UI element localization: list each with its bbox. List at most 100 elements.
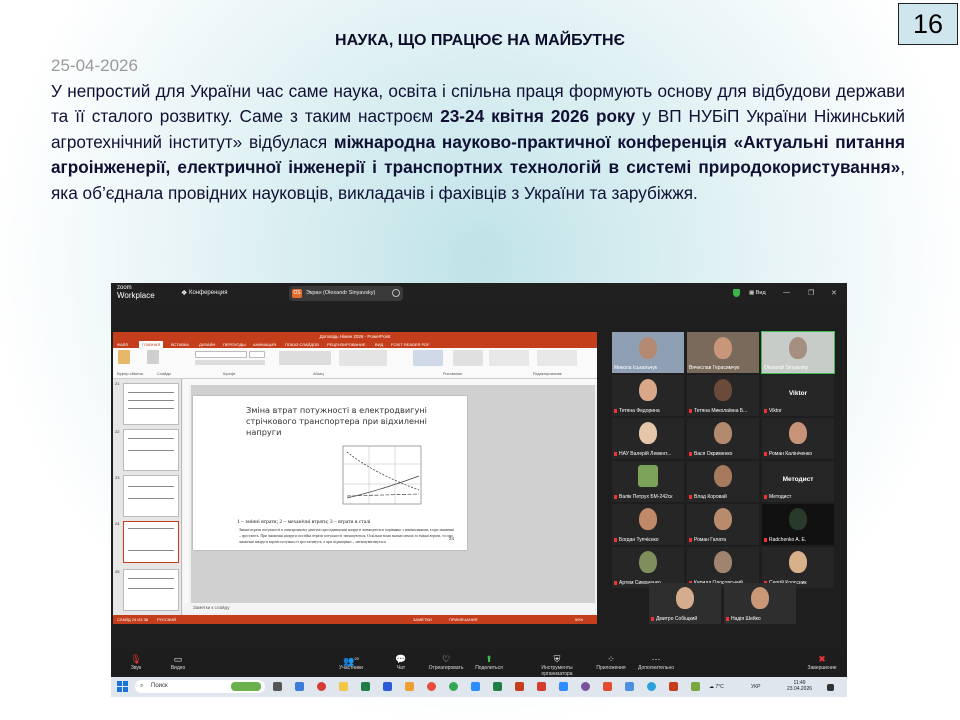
participant-tile[interactable]: Кирилл Одосовський bbox=[687, 547, 759, 588]
firefox-icon[interactable] bbox=[427, 682, 436, 691]
paragraph-buttons[interactable] bbox=[279, 351, 331, 365]
zoom-app-icon[interactable] bbox=[471, 682, 480, 691]
powerpoint-icon[interactable] bbox=[515, 682, 524, 691]
participant-tile[interactable]: Надія Шейко bbox=[724, 583, 796, 624]
participant-tile[interactable]: Влад Коровай bbox=[687, 461, 759, 502]
shape-style-buttons[interactable] bbox=[489, 350, 529, 366]
telegram-icon[interactable] bbox=[647, 682, 656, 691]
participant-tile[interactable]: Тетяна Федорина bbox=[612, 375, 684, 416]
font-size-box[interactable] bbox=[249, 351, 265, 358]
ppt-tab-review[interactable]: РЕЦЕНЗИРОВАНИЕ bbox=[327, 342, 365, 347]
muted-mic-icon bbox=[614, 537, 617, 542]
viber-icon[interactable] bbox=[581, 682, 590, 691]
ppt-tab-view[interactable]: ВИД bbox=[375, 342, 383, 347]
weather-widget[interactable]: ☁ 7°C bbox=[709, 684, 724, 690]
comments-toggle[interactable]: ПРИМЕЧАНИЯ bbox=[449, 615, 477, 624]
participant-tile[interactable]: Viktor Viktor bbox=[762, 375, 834, 416]
close-icon[interactable]: ✕ bbox=[831, 289, 837, 297]
excel-icon[interactable] bbox=[493, 682, 502, 691]
windows-start-icon[interactable] bbox=[117, 681, 128, 692]
security-shield-icon[interactable] bbox=[733, 289, 740, 297]
app-icon[interactable] bbox=[405, 682, 414, 691]
ppt-tab-design[interactable]: ДИЗАЙН bbox=[199, 342, 215, 347]
ppt-tab-slideshow[interactable]: ПОКАЗ СЛАЙДОВ bbox=[285, 342, 319, 347]
excel-icon[interactable] bbox=[361, 682, 370, 691]
participant-tile[interactable]: Роман Галата bbox=[687, 504, 759, 545]
notes-pane[interactable]: Заметки к слайду bbox=[183, 603, 597, 613]
participant-tile[interactable]: Богдан Тупчієнко bbox=[612, 504, 684, 545]
participant-tile[interactable]: НАУ Валерій Лемент... bbox=[612, 418, 684, 459]
muted-mic-icon bbox=[651, 616, 654, 621]
ppt-tab-home[interactable]: ГЛАВНАЯ bbox=[139, 341, 164, 348]
ppt-tab-foxit[interactable]: FOXIT READER PDF bbox=[391, 342, 430, 347]
participant-tile[interactable]: Методист Методист bbox=[762, 461, 834, 502]
zoom-title-bar: zoom Workplace ❖ Конференция OS Экран (Ol… bbox=[111, 283, 847, 305]
participant-tile[interactable]: Сергій Колєсник bbox=[762, 547, 834, 588]
more-icon: ⋯ bbox=[651, 654, 661, 664]
slide-thumbnail-selected[interactable] bbox=[123, 521, 179, 563]
clock[interactable]: 11:49 23.04.2026 bbox=[787, 680, 812, 692]
muted-mic-icon bbox=[689, 408, 692, 413]
chrome-icon[interactable] bbox=[449, 682, 458, 691]
file-explorer-icon[interactable] bbox=[339, 682, 348, 691]
minimize-icon[interactable]: — bbox=[783, 289, 790, 296]
notes-toggle[interactable]: ЗАМЕТКИ bbox=[413, 615, 432, 624]
language-indicator[interactable]: УКР bbox=[751, 684, 760, 690]
participant-tile[interactable]: Вячеслав Герасимчук bbox=[687, 332, 759, 373]
host-tools-button[interactable]: ⛨ Инструменты организатора bbox=[527, 653, 587, 677]
ppt-tab-insert[interactable]: ВСТАВКА bbox=[171, 342, 189, 347]
app-icon[interactable] bbox=[603, 682, 612, 691]
view-button[interactable]: ▦ Вид bbox=[749, 290, 766, 296]
participant-tile[interactable]: Дмитро Собіщкий bbox=[649, 583, 721, 624]
participant-tile[interactable]: Тетяна Миколаївна Б... bbox=[687, 375, 759, 416]
font-format-buttons[interactable] bbox=[195, 360, 265, 365]
participant-tile[interactable]: Вася Окрименко bbox=[687, 418, 759, 459]
ribbon-group-editing: Редактирование bbox=[533, 372, 562, 376]
stop-view-icon[interactable] bbox=[392, 289, 400, 297]
copilot-icon[interactable] bbox=[295, 682, 304, 691]
shapes-gallery[interactable] bbox=[413, 350, 443, 366]
text-direction-buttons[interactable] bbox=[339, 350, 387, 366]
media-icon[interactable] bbox=[317, 682, 326, 691]
slide-thumbnails-pane[interactable]: 21 22 23 24 25 bbox=[113, 379, 182, 615]
notifications-icon[interactable] bbox=[827, 684, 834, 691]
slide-thumbnail[interactable] bbox=[123, 569, 179, 611]
ppt-tab-animation[interactable]: АНИМАЦИЯ bbox=[253, 342, 276, 347]
font-name-box[interactable] bbox=[195, 351, 247, 358]
video-button[interactable]: ▭ Видео bbox=[153, 653, 203, 671]
end-meeting-button[interactable]: ✖ Завершение bbox=[797, 653, 847, 671]
participant-tile[interactable]: Radchenko A. E. bbox=[762, 504, 834, 545]
slide-thumbnail[interactable] bbox=[123, 475, 179, 517]
vertical-ruler bbox=[183, 385, 189, 603]
participant-tile-active-speaker[interactable]: Olexandr Sinyavsky bbox=[761, 331, 835, 374]
task-view-icon[interactable] bbox=[273, 682, 282, 691]
new-slide-icon[interactable] bbox=[147, 350, 159, 364]
participant-tile[interactable]: Артем Симоненко bbox=[612, 547, 684, 588]
slide-heading: Зміна втрат потужності в електродвигуні … bbox=[246, 405, 427, 437]
current-slide[interactable]: Зміна втрат потужності в електродвигуні … bbox=[193, 396, 467, 550]
app-icon[interactable] bbox=[691, 682, 700, 691]
apps-button[interactable]: ⁘ Приложения bbox=[586, 653, 636, 671]
arrange-button[interactable] bbox=[453, 350, 483, 366]
acrobat-icon[interactable] bbox=[537, 682, 546, 691]
shared-screen-tab[interactable]: OS Экран (Olexandr Sinyavsky) bbox=[289, 286, 403, 301]
app-icon[interactable] bbox=[669, 682, 678, 691]
participant-tile[interactable]: Микола Іськальчук bbox=[612, 332, 684, 373]
share-button[interactable]: ⬆ Поделиться bbox=[464, 653, 514, 671]
word-icon[interactable] bbox=[383, 682, 392, 691]
zoom-app-icon[interactable] bbox=[559, 682, 568, 691]
thumb-number: 23 bbox=[115, 475, 120, 480]
app-icon[interactable] bbox=[625, 682, 634, 691]
ppt-tab-file[interactable]: ФАЙЛ bbox=[117, 342, 128, 347]
slide-thumbnail[interactable] bbox=[123, 383, 179, 425]
restore-icon[interactable]: ❐ bbox=[808, 289, 814, 297]
participant-tile[interactable]: Валік Петрух БМ-242ск bbox=[612, 461, 684, 502]
paste-icon[interactable] bbox=[118, 350, 130, 364]
chat-button[interactable]: 💬 Чат bbox=[376, 653, 426, 671]
ppt-tab-transitions[interactable]: ПЕРЕХОДЫ bbox=[223, 342, 246, 347]
more-button[interactable]: ⋯ Дополнительно bbox=[631, 653, 681, 671]
editing-buttons[interactable] bbox=[537, 350, 577, 366]
slide-thumbnail[interactable] bbox=[123, 429, 179, 471]
participants-button[interactable]: 👥20 Участники bbox=[326, 653, 376, 671]
participant-tile[interactable]: Роман Калініченко bbox=[762, 418, 834, 459]
